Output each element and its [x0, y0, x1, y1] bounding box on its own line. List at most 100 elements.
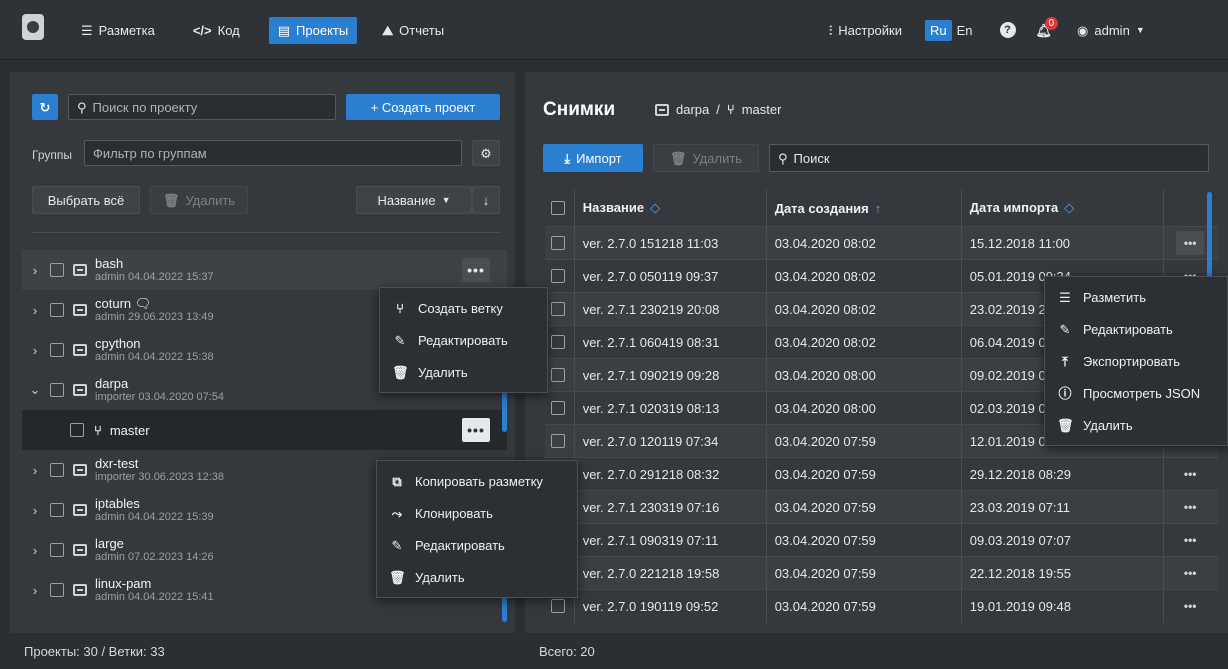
- col-imported[interactable]: Дата импорта ◇: [961, 190, 1165, 226]
- pencil-icon: ✎: [394, 332, 406, 348]
- checkbox[interactable]: [50, 503, 64, 517]
- cell-imported: 15.12.2018 11:00: [961, 226, 1165, 260]
- chevron-right-icon[interactable]: ›: [28, 263, 42, 278]
- table-row[interactable]: ver. 2.7.1 230319 07:16 03.04.2020 07:59 2…: [545, 490, 1218, 524]
- groups-filter-input[interactable]: Фильтр по группам: [84, 140, 462, 166]
- menu-clone[interactable]: ⤳ Клонировать: [377, 497, 577, 529]
- gear-icon: ⚙: [480, 145, 492, 161]
- breadcrumb-branch[interactable]: master: [742, 102, 782, 117]
- delete-snapshots-button[interactable]: 🗑︎ Удалить: [653, 144, 759, 172]
- menu-delete[interactable]: 🗑︎ Удалить: [377, 561, 577, 593]
- nav-code[interactable]: </> Код: [184, 17, 249, 44]
- row-checkbox[interactable]: [551, 401, 565, 415]
- cell-created: 03.04.2020 08:00: [766, 391, 962, 425]
- cell-name: ver. 2.7.0 050119 09:37: [574, 259, 767, 293]
- table-row[interactable]: ver. 2.7.0 190119 09:52 03.04.2020 07:59 1…: [545, 589, 1218, 623]
- app-logo[interactable]: [22, 14, 44, 40]
- checkbox[interactable]: [50, 343, 64, 357]
- checkbox[interactable]: [50, 263, 64, 277]
- row-menu-button[interactable]: •••: [1176, 495, 1204, 519]
- project-row-bash[interactable]: › bash admin 04.04.2022 15:37 •••: [22, 250, 507, 290]
- user-menu[interactable]: ◉ admin ▼: [1068, 17, 1154, 44]
- nav-reports[interactable]: ⛰ Отчеты: [373, 17, 453, 44]
- lang-ru[interactable]: Ru: [925, 19, 952, 41]
- menu-edit[interactable]: ✎ Редактировать: [380, 324, 547, 356]
- project-icon: [73, 384, 87, 396]
- row-menu-button[interactable]: •••: [462, 418, 490, 442]
- code-icon: </>: [192, 22, 212, 38]
- row-checkbox[interactable]: [551, 434, 565, 448]
- sort-select[interactable]: Название ▼: [356, 186, 472, 214]
- menu-export[interactable]: ⤒ Экспортировать: [1045, 345, 1227, 377]
- table-row[interactable]: ver. 2.7.1 090319 07:11 03.04.2020 07:59 0…: [545, 523, 1218, 557]
- snapshot-search-input[interactable]: ⚲ Поиск: [769, 144, 1209, 172]
- select-all-button[interactable]: Выбрать всё: [32, 186, 140, 214]
- row-menu-button[interactable]: •••: [1176, 462, 1204, 486]
- nav-projects[interactable]: ▤ Проекты: [268, 16, 358, 44]
- row-menu-button[interactable]: •••: [462, 258, 490, 282]
- checkbox[interactable]: [50, 383, 64, 397]
- table-row[interactable]: ver. 2.7.0 291218 08:32 03.04.2020 07:59 2…: [545, 457, 1218, 491]
- menu-create-branch[interactable]: ⑂ Создать ветку: [380, 292, 547, 324]
- table-row[interactable]: ver. 2.7.0 151218 11:03 03.04.2020 08:02 1…: [545, 226, 1218, 260]
- chevron-right-icon[interactable]: ›: [28, 463, 42, 478]
- settings-button[interactable]: ⫶ Настройки: [820, 17, 911, 44]
- checkbox[interactable]: [50, 583, 64, 597]
- groups-settings-button[interactable]: ⚙: [472, 140, 500, 166]
- row-checkbox[interactable]: [551, 599, 565, 614]
- checkbox[interactable]: [50, 543, 64, 557]
- delete-projects-button[interactable]: 🗑︎ Удалить: [150, 186, 248, 214]
- row-checkbox[interactable]: [551, 236, 565, 250]
- row-menu-button[interactable]: •••: [1176, 528, 1204, 552]
- breadcrumb-project[interactable]: darpa: [676, 102, 709, 117]
- row-menu-button[interactable]: •••: [1176, 231, 1205, 255]
- trash-icon: 🗑︎: [389, 569, 406, 585]
- chevron-right-icon[interactable]: ›: [28, 303, 42, 318]
- table-row[interactable]: ver. 2.7.0 221218 19:58 03.04.2020 07:59 2…: [545, 556, 1218, 590]
- refresh-button[interactable]: ↻: [32, 94, 58, 120]
- select-all-checkbox[interactable]: [551, 201, 565, 215]
- menu-copy-markup[interactable]: ⧉ Копировать разметку: [377, 465, 577, 497]
- import-button[interactable]: ⤓ Импорт: [543, 144, 643, 172]
- checkbox[interactable]: [70, 423, 84, 437]
- branch-icon: ⑂: [726, 102, 735, 117]
- menu-view-json[interactable]: ⓘ Просмотреть JSON: [1045, 377, 1227, 409]
- menu-markup[interactable]: ☰ Разметить: [1045, 281, 1227, 313]
- chevron-down-icon[interactable]: ⌄: [28, 382, 42, 398]
- chevron-right-icon[interactable]: ›: [28, 343, 42, 358]
- col-name[interactable]: Название ◇: [574, 190, 767, 226]
- branch-context-menu: ⑂ Создать ветку ✎ Редактировать 🗑︎ Удалить: [379, 287, 548, 393]
- branch-icon: ⑂: [94, 422, 102, 438]
- menu-delete[interactable]: 🗑︎ Удалить: [1045, 409, 1227, 441]
- col-created[interactable]: Дата создания ↑: [766, 190, 962, 226]
- nav-markup[interactable]: ☰ Разметка: [72, 17, 164, 44]
- pencil-icon: ✎: [391, 537, 403, 553]
- project-search-input[interactable]: ⚲ Поиск по проекту: [68, 94, 336, 120]
- project-icon: [73, 304, 87, 316]
- chevron-right-icon[interactable]: ›: [28, 583, 42, 598]
- branch-row-master[interactable]: ⑂ master •••: [22, 410, 507, 450]
- divider: [32, 232, 500, 233]
- chevron-right-icon[interactable]: ›: [28, 503, 42, 518]
- menu-delete[interactable]: 🗑︎ Удалить: [380, 356, 547, 388]
- menu-edit[interactable]: ✎ Редактировать: [1045, 313, 1227, 345]
- notifications-button[interactable]: 🔔︎ 0: [1036, 16, 1059, 38]
- row-checkbox[interactable]: [551, 368, 565, 382]
- chevron-right-icon[interactable]: ›: [28, 543, 42, 558]
- sort-direction-button[interactable]: ↓: [472, 186, 500, 214]
- cell-created: 03.04.2020 07:59: [766, 457, 962, 491]
- row-menu-button[interactable]: •••: [1176, 594, 1204, 618]
- row-checkbox[interactable]: [551, 335, 565, 349]
- help-icon[interactable]: ?: [999, 22, 1016, 38]
- checkbox[interactable]: [50, 303, 64, 317]
- cell-name: ver. 2.7.0 151218 11:03: [574, 226, 767, 260]
- row-menu-button[interactable]: •••: [1176, 561, 1204, 585]
- create-project-button[interactable]: + Создать проект: [346, 94, 500, 120]
- cell-imported: 29.12.2018 08:29: [961, 457, 1165, 491]
- project-icon: [73, 264, 87, 276]
- row-checkbox[interactable]: [551, 269, 565, 283]
- checkbox[interactable]: [50, 463, 64, 477]
- lang-en[interactable]: En: [952, 20, 978, 41]
- menu-edit[interactable]: ✎ Редактировать: [377, 529, 577, 561]
- row-checkbox[interactable]: [551, 302, 565, 316]
